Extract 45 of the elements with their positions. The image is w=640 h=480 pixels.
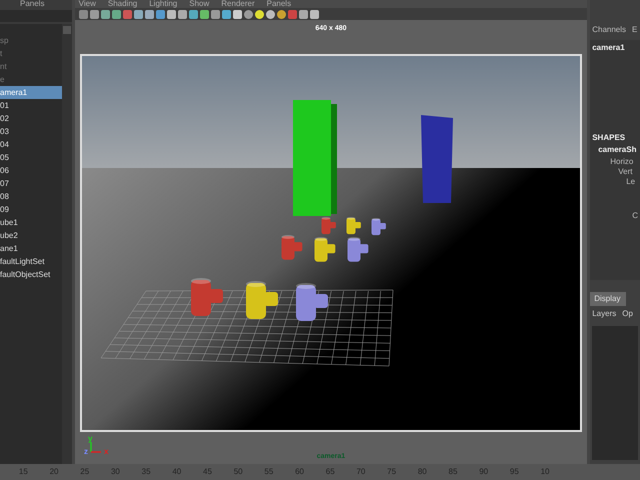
outliner-item[interactable]: faultObjectSet — [0, 268, 62, 281]
outliner-item[interactable]: 01 — [0, 99, 62, 112]
tee-pipe-drawing — [314, 237, 336, 262]
outliner-item[interactable]: 07 — [0, 177, 62, 190]
menu-item[interactable]: Op — [622, 308, 633, 320]
tee-pipe-drawing — [347, 237, 368, 262]
attribute-label: Vert — [617, 166, 634, 176]
outliner-item[interactable]: 04 — [0, 138, 62, 151]
attribute-label: Horizo — [609, 156, 634, 166]
menu-item[interactable]: Lighting — [149, 0, 178, 8]
outliner-item[interactable]: 08 — [0, 190, 62, 203]
outliner-item[interactable]: ube1 — [0, 216, 62, 229]
panel-tab[interactable]: Channels — [592, 24, 626, 36]
tee-pipe-drawing — [371, 218, 386, 236]
tee-pipe-drawing — [281, 235, 302, 260]
section-header: SHAPES — [592, 132, 626, 144]
outliner-item[interactable]: 03 — [0, 125, 62, 138]
shape-name: cameraSh — [597, 144, 638, 156]
panel-tab[interactable]: Display — [590, 292, 626, 306]
menu-item[interactable]: View — [78, 0, 96, 8]
outliner-item[interactable]: 05 — [0, 151, 62, 164]
outliner-item[interactable]: ane1 — [0, 242, 62, 255]
tee-pipe-drawing — [321, 217, 336, 234]
menu-item[interactable]: Renderer — [221, 0, 255, 8]
tee-pipe-drawing — [296, 283, 328, 321]
outliner-item[interactable]: 06 — [0, 164, 62, 177]
menu-item[interactable]: Panels — [0, 0, 72, 8]
outliner-item[interactable]: faultLightSet — [0, 255, 62, 268]
tee-pipe-drawing — [246, 281, 278, 319]
menu-item[interactable]: Panels — [266, 0, 292, 8]
axis-drawing: y z x — [82, 434, 113, 456]
menu-item[interactable]: Shading — [108, 0, 138, 8]
outliner-item[interactable]: amera1 — [0, 86, 62, 99]
menu-item[interactable]: Layers — [592, 308, 616, 320]
outliner-item[interactable]: ube2 — [0, 229, 62, 242]
outliner-item[interactable]: 02 — [0, 112, 62, 125]
attribute-label: Le — [625, 176, 636, 188]
tee-pipe-drawing — [190, 278, 223, 316]
search-field[interactable] — [0, 10, 72, 22]
attribute-label: C — [631, 210, 638, 222]
menu-item[interactable]: Show — [189, 0, 210, 8]
tee-pipe-drawing — [346, 217, 361, 234]
object-name: camera1 — [592, 42, 626, 54]
panel-tab[interactable]: E — [632, 24, 638, 36]
outliner-item[interactable]: 09 — [0, 203, 62, 216]
